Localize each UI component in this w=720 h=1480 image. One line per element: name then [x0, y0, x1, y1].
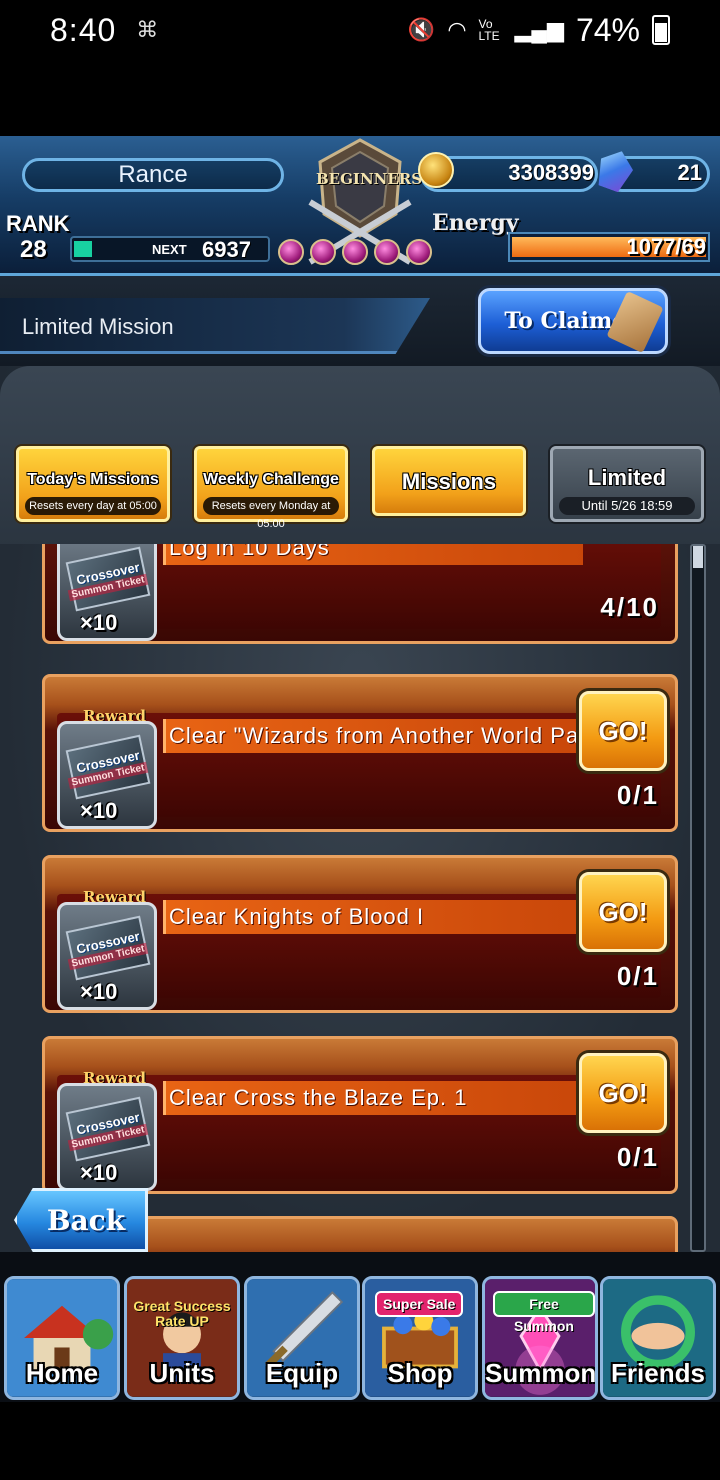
nav-badge: Great Success Rate UP	[133, 1298, 231, 1329]
go-label: GO!	[598, 896, 648, 927]
nav-label: Friends	[611, 1358, 705, 1388]
tab-todays-missions[interactable]: Today's Missions Resets every day at 05:…	[16, 446, 170, 522]
reward-quantity: ×10	[80, 798, 118, 823]
volte-icon: Vo LTE	[478, 17, 500, 43]
nav-label: Units	[149, 1358, 215, 1388]
page-title: Limited Mission	[22, 314, 174, 339]
wifi-icon: ◠	[447, 17, 467, 42]
energy-value: 1077/69	[626, 234, 706, 259]
reward-quantity: ×10	[80, 1160, 118, 1185]
orb-icon	[278, 239, 304, 265]
exp-bar: NEXT 6937	[70, 236, 270, 262]
scrollbar[interactable]	[690, 544, 706, 1252]
nav-label: Summon	[485, 1358, 597, 1388]
app-notification-icon: ⌘	[136, 17, 159, 43]
crossover-ticket-icon: Crossover Summon Ticket ×10	[57, 544, 157, 641]
nav-badge: Super Sale	[375, 1291, 464, 1317]
go-label: GO!	[598, 1077, 648, 1108]
mission-name: Log in 10 Days	[169, 544, 330, 560]
tab-reset-note: Resets every Monday at 05:00	[203, 497, 339, 530]
mission-name: Clear Cross the Blaze Ep. 1	[169, 1085, 468, 1110]
tabs-area: Today's Missions Resets every day at 05:…	[0, 366, 720, 546]
go-button[interactable]: GO!	[579, 691, 667, 771]
lapis-value: 21	[677, 160, 702, 185]
nav-units[interactable]: Great Success Rate UP Units	[124, 1276, 240, 1400]
orb-icon	[342, 239, 368, 265]
nav-equip[interactable]: Equip	[244, 1276, 360, 1400]
nav-shop[interactable]: Super Sale Shop	[362, 1276, 478, 1400]
nav-summon[interactable]: Free Summon Summon	[482, 1276, 598, 1400]
scroll-icon	[606, 290, 664, 354]
nav-label: Shop	[387, 1358, 453, 1388]
status-bar: 8:40 ⌘ 🔇 ◠ Vo LTE ▂▄▆ 74%	[0, 0, 720, 60]
coin-icon	[418, 152, 454, 188]
back-label: Back	[46, 1203, 126, 1237]
nav-label: Equip	[265, 1358, 339, 1388]
tab-missions[interactable]: Missions	[372, 446, 526, 516]
battery-icon	[652, 15, 670, 45]
coin-value: 3308399	[508, 160, 594, 185]
mission-name: Clear Knights of Blood I	[169, 904, 425, 929]
nav-badge: Free Summon	[493, 1291, 595, 1334]
nav-friends[interactable]: Friends	[600, 1276, 716, 1400]
bottom-nav: Home Great Success Rate UP Units Equip S…	[0, 1252, 720, 1402]
exp-fill	[74, 241, 92, 257]
orb-icon	[406, 239, 432, 265]
tab-label: Today's Missions	[27, 471, 159, 488]
mission-progress: 0/1	[616, 780, 659, 810]
tab-reset-note: Resets every day at 05:00	[25, 497, 161, 515]
mission-progress: 0/1	[616, 961, 659, 991]
tab-limited[interactable]: Limited Until 5/26 18:59	[550, 446, 704, 522]
mission-card: Reward Crossover Summon Ticket ×10 Clear…	[42, 674, 678, 832]
tab-label: Missions	[401, 469, 497, 494]
mission-card: Crossover Summon Ticket ×10 Log in 10 Da…	[42, 544, 678, 644]
crossover-ticket-icon: Crossover Summon Ticket ×10	[57, 902, 157, 1010]
mission-card: Reward Crossover Summon Ticket ×10 Clear…	[42, 855, 678, 1013]
system-nav-area	[0, 1402, 720, 1480]
tab-label: Weekly Challenge	[203, 471, 339, 488]
mission-progress: 0/1	[616, 1142, 659, 1172]
back-button[interactable]: Back	[14, 1188, 148, 1252]
mission-progress: 4/10	[600, 592, 659, 622]
mute-icon: 🔇	[407, 17, 436, 42]
clock: 8:40	[50, 11, 117, 48]
orb-row	[278, 239, 432, 265]
rank-value: 28	[20, 236, 47, 263]
orb-icon	[374, 239, 400, 265]
reward-quantity: ×10	[80, 610, 118, 635]
player-name[interactable]: Rance	[22, 158, 284, 192]
signal-icon: ▂▄▆	[514, 17, 564, 42]
go-button[interactable]: GO!	[579, 872, 667, 952]
nav-home[interactable]: Home	[4, 1276, 120, 1400]
battery-percent: 74%	[575, 11, 640, 48]
mission-subheader: Limited Mission To Claimed	[0, 276, 720, 366]
tab-until-note: Until 5/26 18:59	[559, 497, 695, 515]
to-claimed-button[interactable]: To Claimed	[478, 288, 668, 354]
crossover-ticket-icon: Crossover Summon Ticket ×10	[57, 721, 157, 829]
go-label: GO!	[598, 715, 648, 746]
status-icons: 🔇 ◠ Vo LTE ▂▄▆ 74%	[408, 12, 670, 49]
mission-name: Clear "Wizards from Another World Pa	[169, 723, 580, 748]
emblem-label: BEGINNERS	[316, 170, 423, 188]
scrollbar-thumb[interactable]	[693, 546, 703, 568]
tab-label: Limited	[587, 465, 667, 490]
rank-label: RANK	[6, 211, 70, 236]
next-label: NEXT	[152, 242, 187, 257]
crossover-ticket-icon: Crossover Summon Ticket ×10	[57, 1083, 157, 1191]
reward-quantity: ×10	[80, 979, 118, 1004]
next-exp-value: 6937	[202, 237, 251, 262]
player-header: Rance RANK 28 NEXT 6937 BEGINNERS 330839…	[0, 136, 720, 276]
mission-card: Reward Crossover Summon Ticket ×10 Clear…	[42, 1036, 678, 1194]
orb-icon	[310, 239, 336, 265]
mission-list[interactable]: Crossover Summon Ticket ×10 Log in 10 Da…	[0, 544, 720, 1252]
energy-label: Energy	[432, 210, 519, 236]
go-button[interactable]: GO!	[579, 1053, 667, 1133]
nav-label: Home	[25, 1358, 99, 1388]
tab-weekly-challenge[interactable]: Weekly Challenge Resets every Monday at …	[194, 446, 348, 530]
